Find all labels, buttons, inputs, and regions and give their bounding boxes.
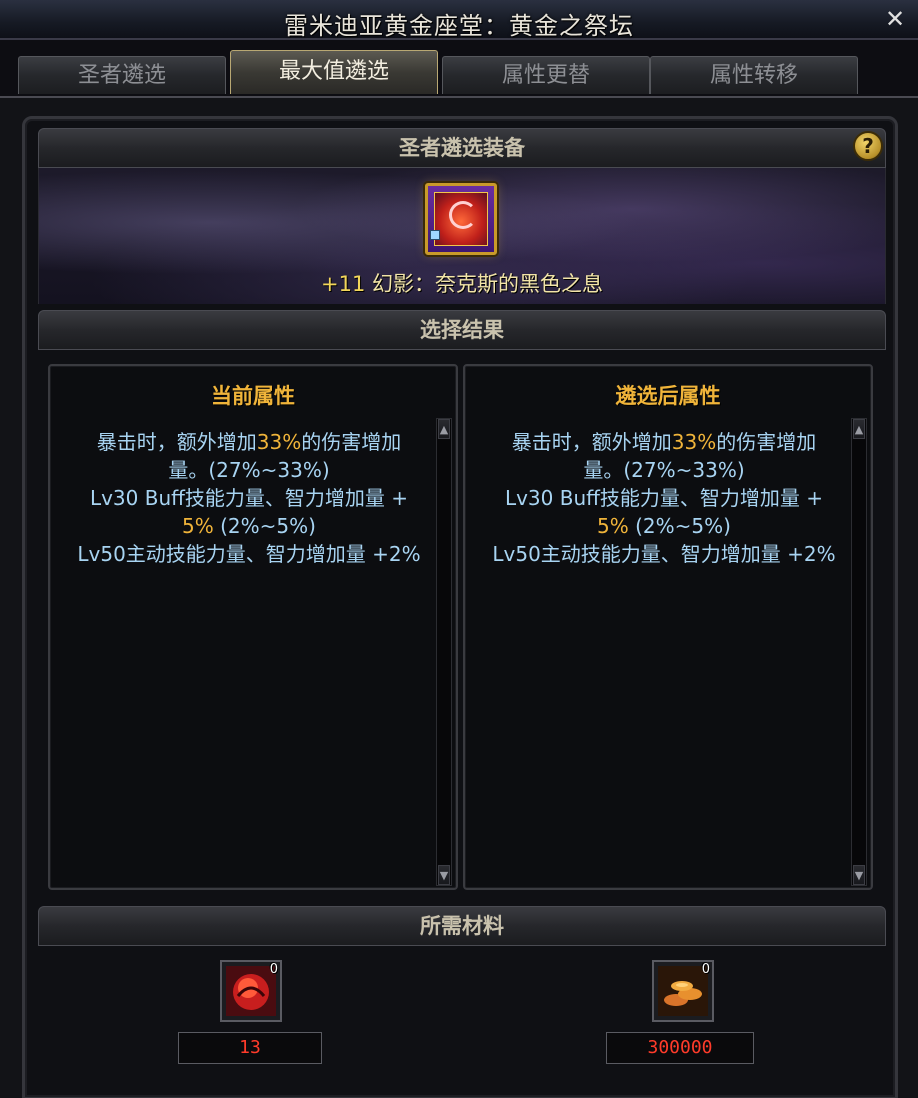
after-attributes-panel: 遴选后属性 暴击时，额外增加33%的伤害增加 量。(27%~33%) Lv30 Bu…: [463, 364, 873, 890]
attribute-text: 的伤害增加: [716, 430, 817, 454]
attribute-text: 暴击时，额外增加: [96, 430, 257, 454]
attribute-line: Lv50主动技能力量、智力增加量 +2%: [479, 540, 849, 568]
attribute-text: Lv50主动技能力量、智力增加量 +2%: [492, 542, 836, 566]
item-enhance-level: +11: [320, 272, 366, 296]
tab-attribute-replace[interactable]: 属性更替: [442, 56, 650, 94]
attribute-line: 5% (2%~5%): [64, 512, 434, 540]
tab-max-selection[interactable]: 最大值遴选: [230, 50, 438, 94]
attribute-text: Lv50主动技能力量、智力增加量 +2%: [77, 542, 421, 566]
material-slot-gold[interactable]: 0: [652, 960, 714, 1022]
attribute-text: (2%~5%): [628, 514, 731, 538]
attribute-text: 的伤害增加: [301, 430, 402, 454]
scroll-up-icon[interactable]: ▲: [853, 419, 865, 439]
scroll-down-icon[interactable]: ▼: [438, 865, 450, 885]
after-attributes-text: 暴击时，额外增加33%的伤害增加 量。(27%~33%) Lv30 Buff技能力量…: [479, 428, 849, 568]
scroll-down-icon[interactable]: ▼: [853, 865, 865, 885]
attribute-value-highlight: 5%: [182, 514, 214, 538]
spirit-orb-icon: [434, 192, 488, 246]
attribute-text: (2%~5%): [213, 514, 316, 538]
material-owned-count: 0: [701, 962, 710, 977]
attribute-line: Lv30 Buff技能力量、智力增加量 +: [479, 484, 849, 512]
attribute-line: 量。(27%~33%): [479, 456, 849, 484]
material-required-gold: 300000: [606, 1032, 754, 1064]
gem-socket-icon: [430, 230, 440, 240]
equipment-item-slot[interactable]: [425, 183, 497, 255]
material-slot-crystal[interactable]: 0: [220, 960, 282, 1022]
attribute-line: Lv30 Buff技能力量、智力增加量 +: [64, 484, 434, 512]
gold-coins-icon: [658, 966, 708, 1016]
title-bar: 雷米迪亚黄金座堂：黄金之祭坛 ✕: [0, 0, 918, 40]
attribute-text: 量。(27%~33%): [168, 458, 330, 482]
attribute-line: Lv50主动技能力量、智力增加量 +2%: [64, 540, 434, 568]
close-icon[interactable]: ✕: [882, 6, 908, 32]
attribute-line: 量。(27%~33%): [64, 456, 434, 484]
item-name-text: 幻影：奈克斯的黑色之息: [372, 272, 603, 296]
tab-attribute-transfer[interactable]: 属性转移: [650, 56, 858, 94]
help-icon[interactable]: ?: [853, 131, 883, 161]
attribute-line: 暴击时，额外增加33%的伤害增加: [64, 428, 434, 456]
attribute-value-highlight: 5%: [597, 514, 629, 538]
attribute-line: 5% (2%~5%): [479, 512, 849, 540]
attribute-value-highlight: 33%: [256, 430, 302, 454]
material-owned-count: 0: [269, 962, 278, 977]
scroll-up-icon[interactable]: ▲: [438, 419, 450, 439]
current-attributes-title: 当前属性: [211, 384, 295, 408]
tab-saint-selection[interactable]: 圣者遴选: [18, 56, 226, 94]
current-attributes-panel: 当前属性 暴击时，额外增加33%的伤害增加 量。(27%~33%) Lv30 Buf…: [48, 364, 458, 890]
materials-header: 所需材料: [38, 906, 886, 946]
window-title: 雷米迪亚黄金座堂：黄金之祭坛: [284, 12, 634, 40]
attribute-value-highlight: 33%: [671, 430, 717, 454]
equipment-header: 圣者遴选装备: [38, 128, 886, 168]
red-crystal-icon: [226, 966, 276, 1016]
material-required-crystal: 13: [178, 1032, 322, 1064]
attribute-text: 量。(27%~33%): [583, 458, 745, 482]
attribute-line: 暴击时，额外增加33%的伤害增加: [479, 428, 849, 456]
attribute-text: Lv30 Buff技能力量、智力增加量 +: [89, 486, 409, 510]
after-scrollbar[interactable]: ▲ ▼: [851, 418, 867, 886]
attribute-text: 暴击时，额外增加: [511, 430, 672, 454]
attribute-text: Lv30 Buff技能力量、智力增加量 +: [504, 486, 824, 510]
current-scrollbar[interactable]: ▲ ▼: [436, 418, 452, 886]
result-header: 选择结果: [38, 310, 886, 350]
current-attributes-text: 暴击时，额外增加33%的伤害增加 量。(27%~33%) Lv30 Buff技能力量…: [64, 428, 434, 568]
equipment-item-name: +11 幻影：奈克斯的黑色之息: [38, 268, 886, 298]
after-attributes-title: 遴选后属性: [615, 384, 721, 408]
